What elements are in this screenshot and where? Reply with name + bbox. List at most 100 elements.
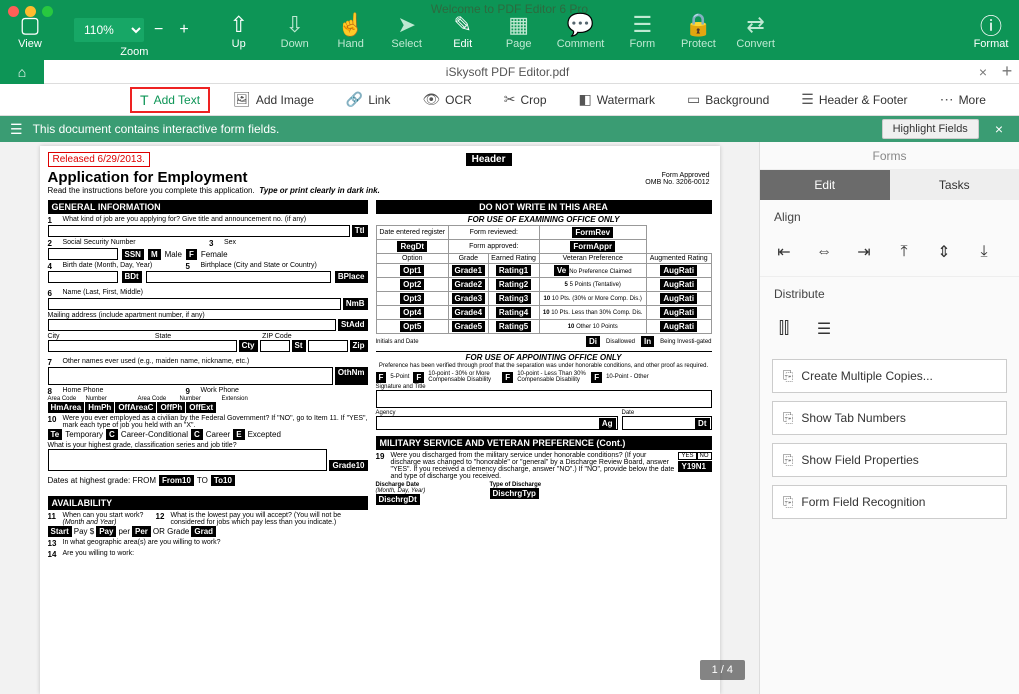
- create-copies-button[interactable]: ⎘ Create Multiple Copies...: [772, 359, 1007, 393]
- background-button[interactable]: ▭Background: [678, 87, 778, 112]
- app-title: Welcome to PDF Editor 6 Pro: [0, 2, 1019, 16]
- text-icon: T: [140, 92, 149, 108]
- city-input[interactable]: [48, 340, 237, 352]
- distribute-v-icon[interactable]: ☰: [814, 319, 834, 339]
- notice-close-button[interactable]: ×: [989, 121, 1009, 137]
- zip-input[interactable]: [308, 340, 348, 352]
- state-label: State: [155, 333, 260, 340]
- more-button[interactable]: ⋯More: [931, 87, 995, 112]
- state-input[interactable]: [260, 340, 290, 352]
- bplace-input[interactable]: [146, 271, 331, 283]
- q2-label: Social Security Number: [63, 239, 207, 246]
- q10d-label: Excepted: [248, 430, 281, 439]
- show-field-properties-button[interactable]: ⎘Show Field Properties: [772, 443, 1007, 477]
- copies-icon: ⎘: [783, 368, 793, 384]
- show-tab-numbers-button[interactable]: ⎘Show Tab Numbers: [772, 401, 1007, 435]
- recognition-label: Form Field Recognition: [801, 495, 925, 509]
- format-label: Format: [974, 38, 1009, 50]
- tab-edit[interactable]: Edit: [760, 170, 890, 200]
- name-input[interactable]: [48, 298, 341, 310]
- q10b-label: Career-Conditional: [121, 430, 188, 439]
- section-availability: AVAILABILITY: [48, 496, 368, 510]
- up-label: Up: [232, 38, 246, 50]
- right-panel-title: Forms: [760, 142, 1019, 170]
- document-viewport[interactable]: Released 6/29/2013. Header Application f…: [0, 142, 759, 694]
- close-tab-button[interactable]: ×: [971, 64, 995, 80]
- q19-label: Were you discharged from the military se…: [391, 452, 676, 480]
- align-left-icon[interactable]: ⇤: [774, 242, 794, 262]
- align-right-icon[interactable]: ⇥: [854, 242, 874, 262]
- female-label: Female: [201, 250, 228, 259]
- grade10-tag: Grade10: [329, 460, 367, 471]
- zoom-label: Zoom: [120, 46, 148, 58]
- q10-label: Were you ever employed as a civilian by …: [63, 415, 368, 429]
- ocr-icon: 👁: [422, 91, 440, 108]
- home-button[interactable]: ⌂: [0, 60, 44, 84]
- stadd-input[interactable]: [48, 319, 336, 331]
- down-label: Down: [281, 38, 309, 50]
- sig-input[interactable]: [376, 390, 712, 408]
- add-tab-button[interactable]: +: [995, 61, 1019, 82]
- tab-tasks[interactable]: Tasks: [890, 170, 1019, 200]
- align-top-icon[interactable]: ⤒: [894, 242, 914, 262]
- distribute-h-icon[interactable]: ⫿⫿: [774, 319, 794, 339]
- align-bottom-icon[interactable]: ⤓: [974, 242, 994, 262]
- m-tag: M: [148, 249, 161, 260]
- watermark-icon: ◧: [579, 91, 592, 108]
- city-label: City: [48, 333, 153, 340]
- q1-input[interactable]: [48, 225, 350, 237]
- q12b-label: Pay $: [74, 527, 94, 536]
- form-notice-bar: ☰ This document contains interactive for…: [0, 116, 1019, 142]
- ex-tag: E: [233, 429, 244, 440]
- copies-label: Create Multiple Copies...: [801, 369, 932, 383]
- date-input[interactable]: Dt: [622, 416, 712, 430]
- zoom-select[interactable]: 110%: [74, 18, 144, 42]
- convert-label: Convert: [736, 38, 775, 50]
- watermark-button[interactable]: ◧Watermark: [570, 87, 664, 112]
- add-image-button[interactable]: 🖼Add Image: [224, 87, 323, 112]
- cty-tag: Cty: [239, 340, 258, 352]
- pay-tag: Pay: [96, 526, 116, 537]
- q7-label: Other names ever used (e.g., maiden name…: [63, 358, 368, 365]
- grade-input[interactable]: [48, 449, 328, 471]
- crop-button[interactable]: ✂Crop: [495, 87, 556, 112]
- hmph-tag: HmPh: [85, 402, 114, 413]
- background-icon: ▭: [687, 91, 700, 108]
- q12-label: What is the lowest pay you will accept? …: [171, 512, 368, 526]
- in-tag: In: [641, 336, 654, 347]
- align-section-label: Align: [760, 200, 1019, 234]
- released-badge: Released 6/29/2013.: [48, 152, 150, 167]
- link-icon: 🔗: [346, 91, 363, 108]
- header-footer-button[interactable]: ☰Header & Footer: [792, 87, 916, 112]
- protect-label: Protect: [681, 38, 716, 50]
- align-center-v-icon[interactable]: ⇕: [934, 242, 954, 262]
- q10e-label: What is your highest grade, classificati…: [48, 442, 368, 449]
- comment-label: Comment: [557, 38, 605, 50]
- image-icon: 🖼: [233, 91, 251, 108]
- nmb-tag: NmB: [343, 298, 368, 310]
- zoom-out-button[interactable]: −: [148, 19, 169, 41]
- show-field-label: Show Field Properties: [801, 453, 918, 467]
- q14-label: Are you willing to work:: [63, 550, 368, 557]
- q9-label: Work Phone: [201, 387, 368, 394]
- ocr-label: OCR: [445, 93, 472, 107]
- dischrgtyp-tag: DischrgTyp: [490, 488, 539, 499]
- agency-input[interactable]: Ag: [376, 416, 618, 430]
- align-center-h-icon[interactable]: ⇔: [814, 242, 834, 262]
- zoom-in-button[interactable]: +: [173, 19, 194, 41]
- document-tab[interactable]: iSkysoft PDF Editor.pdf: [44, 60, 971, 84]
- form-field-recognition-button[interactable]: ⎘Form Field Recognition: [772, 485, 1007, 519]
- q4-label: Birth date (Month, Day, Year): [63, 262, 183, 269]
- bplace-tag: BPlace: [335, 271, 368, 283]
- ssn-input[interactable]: [48, 248, 118, 260]
- ttl-tag: Ttl: [352, 225, 368, 237]
- q3-label: Sex: [224, 239, 368, 246]
- bdt-input[interactable]: [48, 271, 118, 283]
- othnm-input[interactable]: [48, 367, 333, 385]
- highlight-fields-button[interactable]: Highlight Fields: [882, 119, 979, 139]
- ocr-button[interactable]: 👁 OCR: [413, 87, 480, 112]
- add-text-label: Add Text: [154, 93, 200, 107]
- link-button[interactable]: 🔗Link: [337, 87, 399, 112]
- q6-label: Name (Last, First, Middle): [63, 289, 368, 296]
- add-text-button[interactable]: T Add Text: [130, 87, 210, 113]
